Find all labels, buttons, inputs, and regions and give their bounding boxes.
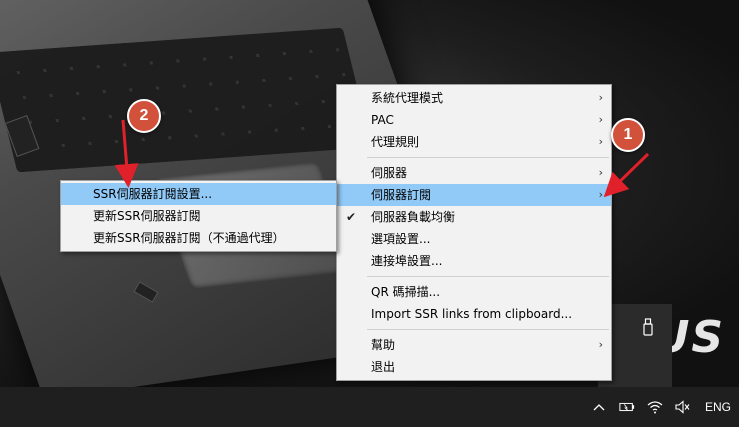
menu-separator (367, 157, 609, 158)
menu-item-system-proxy-mode[interactable]: 系統代理模式 › (337, 87, 611, 109)
menu-item-import-ssr-links[interactable]: Import SSR links from clipboard... (337, 303, 611, 325)
battery-icon[interactable] (619, 399, 635, 415)
speaker-muted-icon[interactable] (675, 399, 691, 415)
menu-item-qr-scan[interactable]: QR 碼掃描... (337, 281, 611, 303)
menu-separator (367, 329, 609, 330)
wifi-icon[interactable] (647, 399, 663, 415)
usb-drive-icon[interactable] (642, 318, 654, 336)
chevron-right-icon: › (598, 113, 603, 126)
menu-item-pac[interactable]: PAC › (337, 109, 611, 131)
menu-item-proxy-rules[interactable]: 代理規則 › (337, 131, 611, 153)
submenu-item-ssr-subscription-settings[interactable]: SSR伺服器訂閱設置... (61, 183, 336, 205)
input-language-indicator[interactable]: ENG (705, 400, 731, 414)
menu-item-exit[interactable]: 退出 (337, 356, 611, 378)
submenu-item-update-subscription[interactable]: 更新SSR伺服器訂閱 (61, 205, 336, 227)
keyboard-image (0, 27, 373, 173)
chevron-right-icon: › (598, 166, 603, 179)
chevron-right-icon: › (598, 338, 603, 351)
menu-separator (367, 276, 609, 277)
checkmark-icon: ✔ (346, 210, 357, 224)
menu-item-help[interactable]: 幫助 › (337, 334, 611, 356)
callout-badge-2: 2 (127, 99, 161, 133)
taskbar: ENG (0, 387, 739, 427)
menu-item-port-settings[interactable]: 連接埠設置... (337, 250, 611, 272)
chevron-up-icon[interactable] (591, 399, 607, 415)
menu-item-servers[interactable]: 伺服器 › (337, 162, 611, 184)
menu-item-server-subscription[interactable]: 伺服器訂閱 › (337, 184, 611, 206)
subscription-submenu: SSR伺服器訂閱設置... 更新SSR伺服器訂閱 更新SSR伺服器訂閱（不通過代… (60, 180, 337, 252)
submenu-item-update-subscription-no-proxy[interactable]: 更新SSR伺服器訂閱（不通過代理） (61, 227, 336, 249)
tray-context-menu: 系統代理模式 › PAC › 代理規則 › 伺服器 › 伺服器訂閱 › ✔ 伺服器負載均衡 … (336, 84, 612, 381)
callout-badge-1: 1 (611, 118, 645, 152)
chevron-right-icon: › (598, 91, 603, 104)
menu-item-load-balance[interactable]: ✔ 伺服器負載均衡 (337, 206, 611, 228)
chevron-right-icon: › (598, 135, 603, 148)
menu-item-options[interactable]: 選項設置... (337, 228, 611, 250)
chevron-right-icon: › (598, 188, 603, 201)
